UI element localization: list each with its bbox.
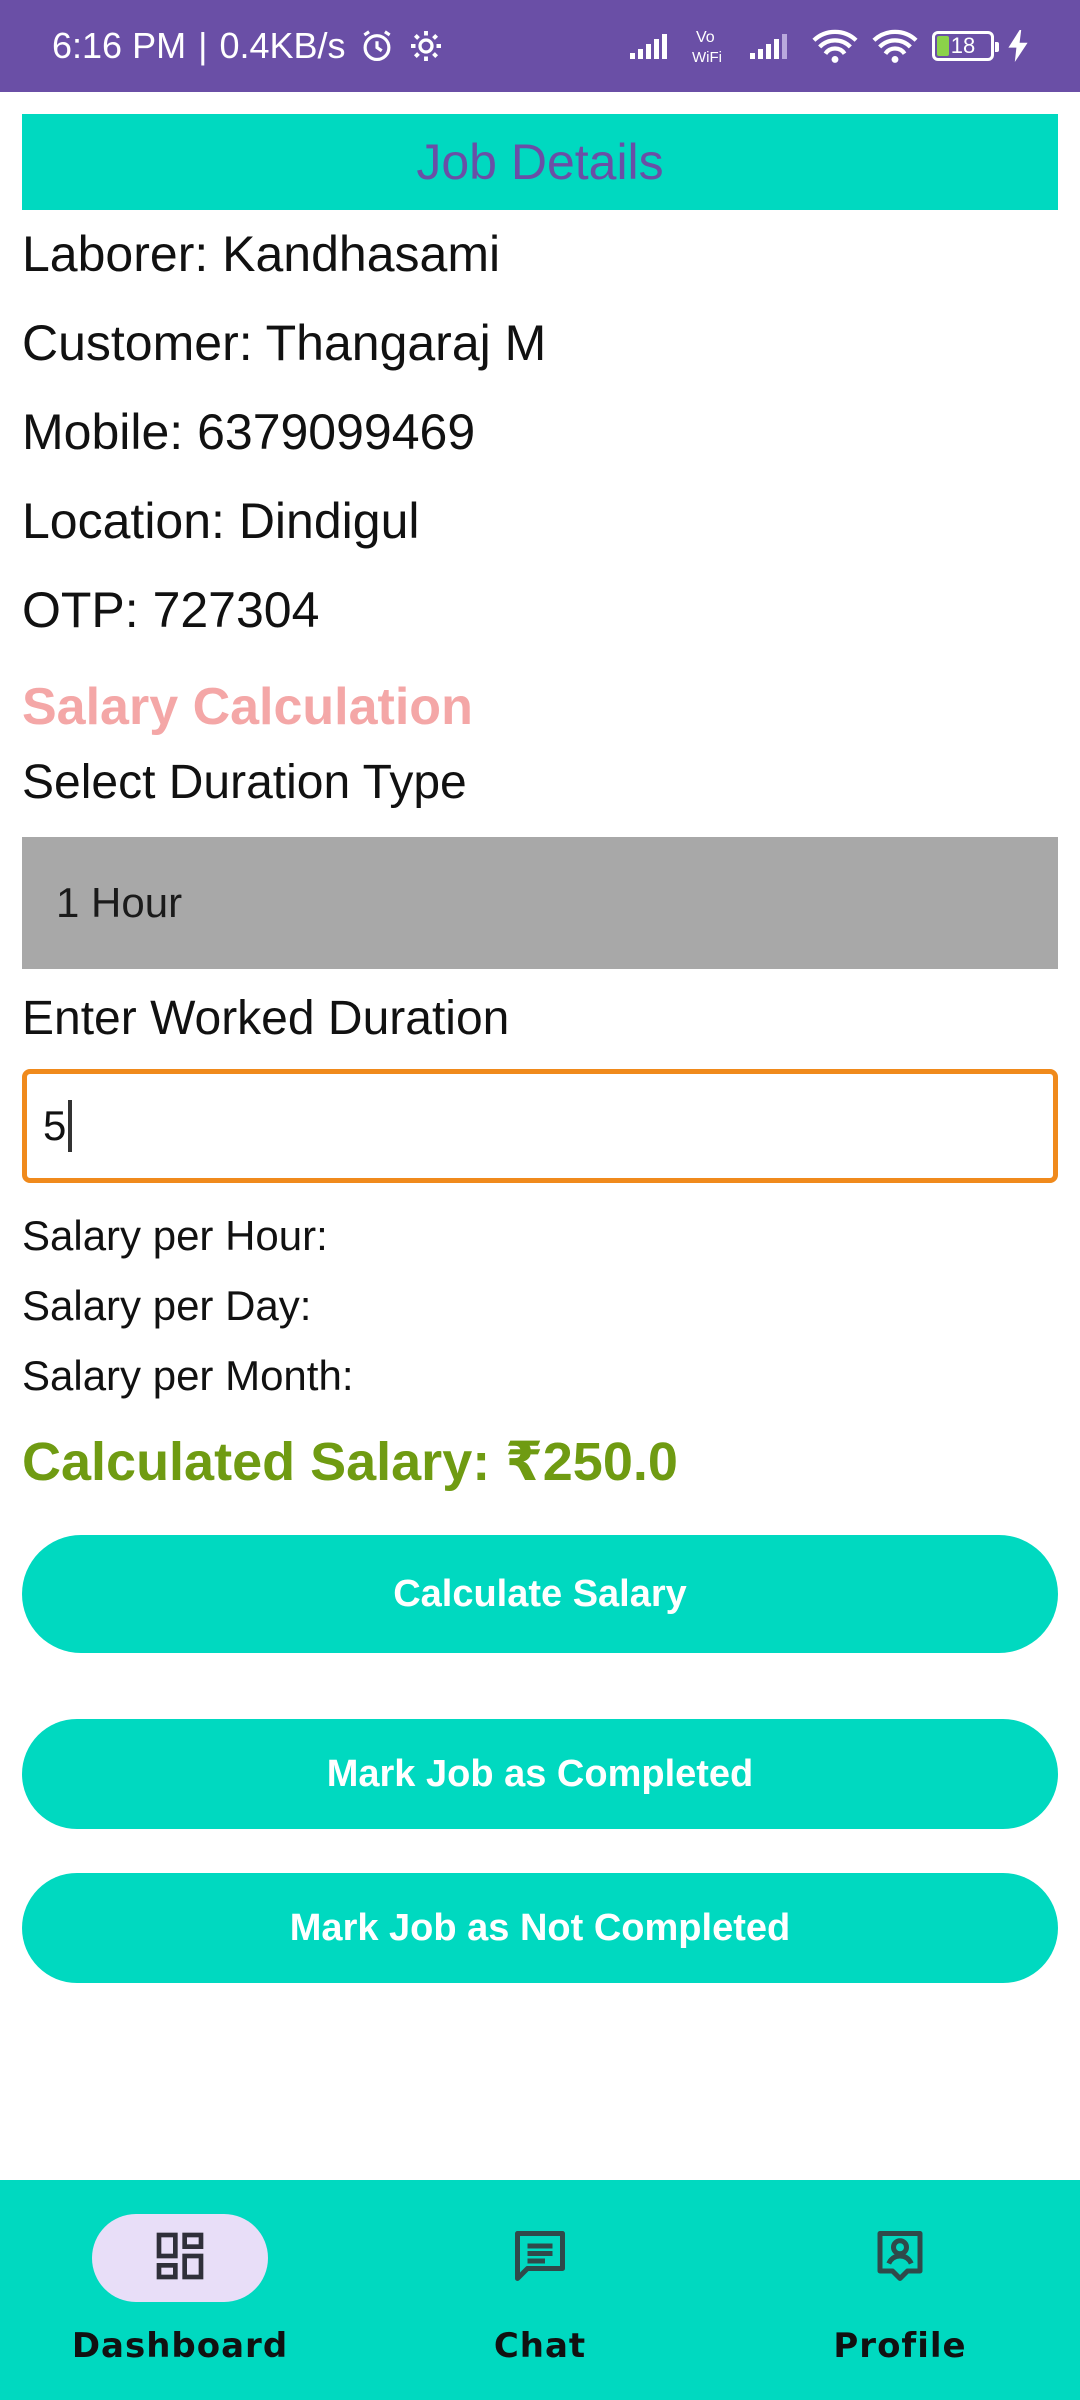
- dashboard-icon: [152, 2228, 208, 2289]
- alarm-icon: [358, 27, 396, 65]
- salary-per-hour-label: Salary per Hour:: [22, 1212, 328, 1259]
- nav-icon-container: [452, 2214, 628, 2302]
- page-title: Job Details: [416, 134, 664, 190]
- nav-icon-container: [812, 2214, 988, 2302]
- cellular-signal-icon: [630, 31, 678, 61]
- vowifi-icon: Vo WiFi: [692, 26, 736, 66]
- status-left: 6:16 PM | 0.4KB/s: [52, 25, 444, 67]
- worked-duration-value: 5: [43, 1102, 67, 1149]
- wifi-icon: [812, 28, 858, 64]
- svg-text:WiFi: WiFi: [692, 49, 722, 66]
- status-right: Vo WiFi 18: [630, 26, 1028, 66]
- location-text: Location: Dindigul: [22, 493, 420, 549]
- cellular-signal-2-icon: [750, 31, 798, 61]
- nav-item-profile[interactable]: Profile: [720, 2180, 1080, 2400]
- nav-item-chat[interactable]: Chat: [360, 2180, 720, 2400]
- battery-percent: 18: [950, 33, 976, 58]
- duration-type-value: 1 Hour: [56, 879, 183, 926]
- chat-icon: [510, 2226, 570, 2291]
- page-title-bar: Job Details: [22, 114, 1058, 210]
- status-bar: 6:16 PM | 0.4KB/s Vo WiFi 18: [0, 0, 1080, 92]
- mark-completed-button[interactable]: Mark Job as Completed: [22, 1719, 1058, 1829]
- wifi-hotspot-icon: [872, 28, 918, 64]
- battery-level: [937, 36, 949, 56]
- battery-icon: 18: [932, 31, 999, 61]
- nav-item-dashboard[interactable]: Dashboard: [0, 2180, 360, 2400]
- charging-bolt-icon: [1008, 30, 1028, 62]
- screen: 6:16 PM | 0.4KB/s Vo WiFi 18 Job Details…: [0, 0, 1080, 2400]
- mark-not-completed-button[interactable]: Mark Job as Not Completed: [22, 1873, 1058, 1983]
- profile-icon: [870, 2226, 930, 2291]
- text-cursor: [68, 1100, 73, 1152]
- salary-section-title: Salary Calculation: [22, 678, 473, 736]
- salary-per-month-label: Salary per Month:: [22, 1352, 354, 1399]
- status-separator: |: [198, 25, 208, 66]
- worked-duration-label: Enter Worked Duration: [22, 992, 510, 1045]
- settings-gear-icon: [408, 28, 444, 64]
- status-network-speed: 0.4KB/s: [219, 25, 346, 66]
- status-time: 6:16 PM: [52, 25, 187, 66]
- worked-duration-input[interactable]: 5: [22, 1069, 1058, 1183]
- svg-text:Vo: Vo: [696, 29, 715, 46]
- salary-per-day-label: Salary per Day:: [22, 1282, 312, 1329]
- nav-label-chat: Chat: [493, 2326, 587, 2366]
- calculate-salary-button[interactable]: Calculate Salary: [22, 1535, 1058, 1653]
- calculated-salary-text: Calculated Salary: ₹250.0: [22, 1432, 678, 1492]
- nav-active-indicator: [92, 2214, 268, 2302]
- duration-type-dropdown[interactable]: 1 Hour: [22, 837, 1058, 969]
- otp-text: OTP: 727304: [22, 582, 320, 638]
- nav-label-dashboard: Dashboard: [71, 2326, 289, 2366]
- job-details-content: Job Details Laborer: Kandhasami Customer…: [22, 92, 1058, 1983]
- laborer-text: Laborer: Kandhasami: [22, 226, 501, 282]
- mobile-text: Mobile: 6379099469: [22, 404, 476, 460]
- duration-type-label: Select Duration Type: [22, 756, 467, 809]
- bottom-navigation: Dashboard Chat Profile: [0, 2180, 1080, 2400]
- nav-label-profile: Profile: [833, 2326, 967, 2366]
- customer-text: Customer: Thangaraj M: [22, 315, 547, 371]
